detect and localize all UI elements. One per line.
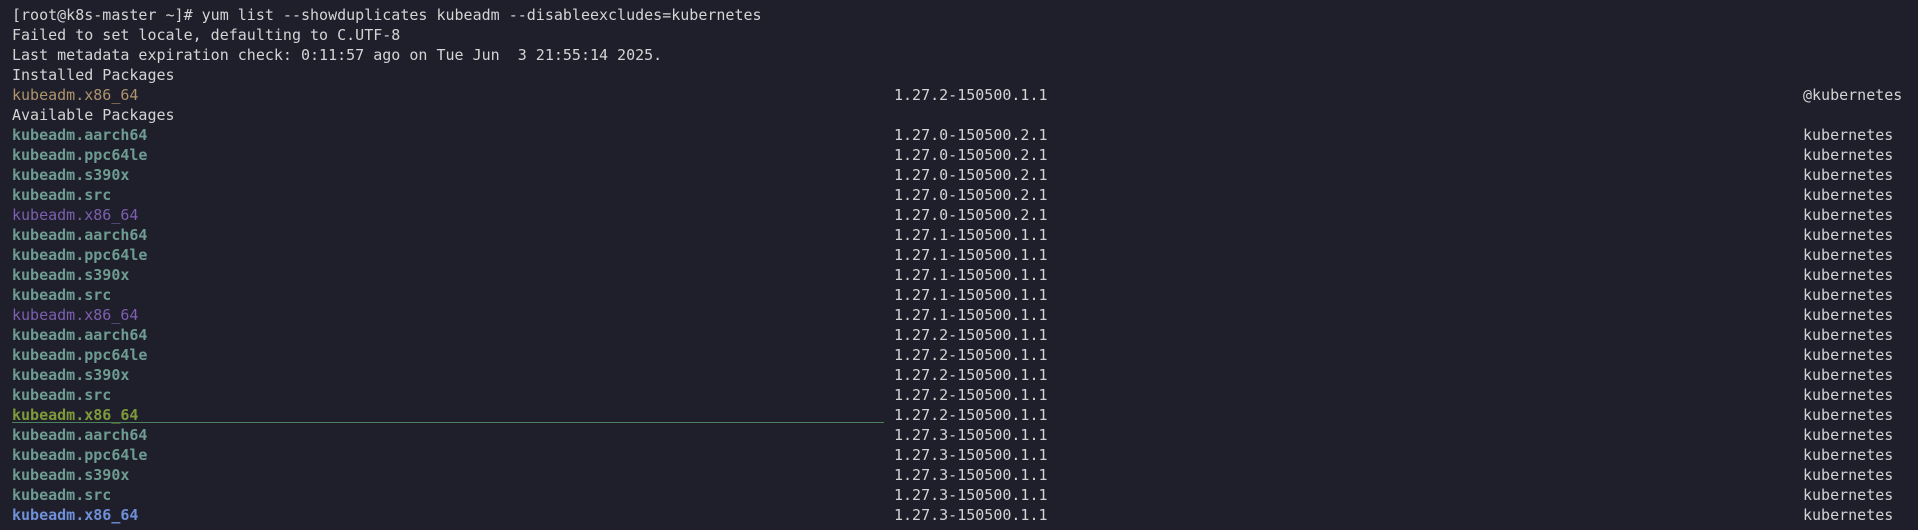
package-row: kubeadm.x86_64 1.27.3-150500.1.1 kubernete… <box>12 505 1918 525</box>
package-row: kubeadm.aarch64 1.27.2-150500.1.1 kubernet… <box>12 325 1918 345</box>
package-name: kubeadm.aarch64 <box>12 426 148 444</box>
package-name: kubeadm.src <box>12 286 112 304</box>
package-repo: kubernetes <box>1803 366 1894 384</box>
package-row: kubeadm.src 1.27.2-150500.1.1 kubernetes <box>12 385 1918 405</box>
package-version: 1.27.2-150500.1.1 <box>894 86 1048 104</box>
package-repo: kubernetes <box>1803 346 1894 364</box>
package-row: kubeadm.x86_64 1.27.2-150500.1.1 kubernete… <box>12 405 1918 425</box>
package-repo: kubernetes <box>1803 206 1894 224</box>
package-repo: kubernetes <box>1803 466 1894 484</box>
package-version: 1.27.1-150500.1.1 <box>894 246 1048 264</box>
package-repo: kubernetes <box>1803 426 1894 444</box>
package-version: 1.27.3-150500.1.1 <box>894 446 1048 464</box>
package-repo: kubernetes <box>1803 306 1894 324</box>
installed-packages-list: kubeadm.x86_64 1.27.2-150500.1.1 @kubernet… <box>12 85 1918 105</box>
package-row: kubeadm.ppc64le 1.27.1-150500.1.1 kubernet… <box>12 245 1918 265</box>
package-repo: kubernetes <box>1803 446 1894 464</box>
package-name: kubeadm.ppc64le <box>12 446 148 464</box>
package-repo: kubernetes <box>1803 386 1894 404</box>
package-repo: kubernetes <box>1803 506 1894 524</box>
package-row: kubeadm.s390x 1.27.2-150500.1.1 kubernetes <box>12 365 1918 385</box>
package-version: 1.27.2-150500.1.1 <box>894 346 1048 364</box>
package-repo: kubernetes <box>1803 326 1894 344</box>
package-row: kubeadm.ppc64le 1.27.2-150500.1.1 kubernet… <box>12 345 1918 365</box>
cursor-highlight-underline <box>12 422 884 423</box>
package-row: kubeadm.ppc64le 1.27.0-150500.2.1 kubernet… <box>12 145 1918 165</box>
package-name: kubeadm.x86_64 <box>12 206 139 224</box>
command-prompt-line: [root@k8s-master ~]# yum list --showdupl… <box>12 6 762 24</box>
package-name: kubeadm.aarch64 <box>12 226 148 244</box>
locale-warning-line: Failed to set locale, defaulting to C.UT… <box>12 26 401 44</box>
package-version: 1.27.1-150500.1.1 <box>894 306 1048 324</box>
available-packages-header: Available Packages <box>12 106 175 124</box>
package-version: 1.27.2-150500.1.1 <box>894 406 1048 424</box>
package-repo: kubernetes <box>1803 126 1894 144</box>
package-name: kubeadm.aarch64 <box>12 326 148 344</box>
package-version: 1.27.3-150500.1.1 <box>894 466 1048 484</box>
package-name: kubeadm.s390x <box>12 266 130 284</box>
package-row: kubeadm.src 1.27.1-150500.1.1 kubernetes <box>12 285 1918 305</box>
package-name: kubeadm.x86_64 <box>12 506 139 524</box>
package-name: kubeadm.s390x <box>12 166 130 184</box>
package-name: kubeadm.src <box>12 386 112 404</box>
package-repo: kubernetes <box>1803 186 1894 204</box>
metadata-check-line: Last metadata expiration check: 0:11:57 … <box>12 46 663 64</box>
package-version: 1.27.0-150500.2.1 <box>894 146 1048 164</box>
package-row: kubeadm.aarch64 1.27.1-150500.1.1 kubernet… <box>12 225 1918 245</box>
package-name: kubeadm.ppc64le <box>12 346 148 364</box>
package-name: kubeadm.src <box>12 486 112 504</box>
package-name: kubeadm.aarch64 <box>12 126 148 144</box>
package-row: kubeadm.x86_64 1.27.0-150500.2.1 kubernete… <box>12 205 1918 225</box>
installed-packages-header: Installed Packages <box>12 66 175 84</box>
package-row: kubeadm.x86_64 1.27.1-150500.1.1 kubernete… <box>12 305 1918 325</box>
package-version: 1.27.1-150500.1.1 <box>894 226 1048 244</box>
package-row: kubeadm.s390x 1.27.1-150500.1.1 kubernetes <box>12 265 1918 285</box>
package-name: kubeadm.src <box>12 186 112 204</box>
package-name: kubeadm.ppc64le <box>12 146 148 164</box>
package-repo: kubernetes <box>1803 266 1894 284</box>
package-row: kubeadm.x86_64 1.27.2-150500.1.1 @kubernet… <box>12 85 1918 105</box>
package-version: 1.27.1-150500.1.1 <box>894 266 1048 284</box>
package-row: kubeadm.aarch64 1.27.3-150500.1.1 kubernet… <box>12 425 1918 445</box>
available-packages-list: kubeadm.aarch64 1.27.0-150500.2.1 kubernet… <box>12 125 1918 525</box>
package-version: 1.27.2-150500.1.1 <box>894 366 1048 384</box>
package-version: 1.27.1-150500.1.1 <box>894 286 1048 304</box>
package-row: kubeadm.s390x 1.27.0-150500.2.1 kubernetes <box>12 165 1918 185</box>
package-repo: kubernetes <box>1803 286 1894 304</box>
package-name: kubeadm.ppc64le <box>12 246 148 264</box>
package-row: kubeadm.ppc64le 1.27.3-150500.1.1 kubernet… <box>12 445 1918 465</box>
package-version: 1.27.0-150500.2.1 <box>894 166 1048 184</box>
package-repo: kubernetes <box>1803 406 1894 424</box>
package-repo: @kubernetes <box>1803 86 1903 104</box>
package-version: 1.27.2-150500.1.1 <box>894 386 1048 404</box>
package-name: kubeadm.s390x <box>12 466 130 484</box>
package-version: 1.27.0-150500.2.1 <box>894 186 1048 204</box>
package-version: 1.27.0-150500.2.1 <box>894 206 1048 224</box>
package-row: kubeadm.src 1.27.3-150500.1.1 kubernetes <box>12 485 1918 505</box>
package-row: kubeadm.s390x 1.27.3-150500.1.1 kubernetes <box>12 465 1918 485</box>
package-version: 1.27.3-150500.1.1 <box>894 426 1048 444</box>
package-repo: kubernetes <box>1803 246 1894 264</box>
package-version: 1.27.0-150500.2.1 <box>894 126 1048 144</box>
terminal-window[interactable]: [root@k8s-master ~]# yum list --showdupl… <box>0 0 1918 530</box>
package-version: 1.27.3-150500.1.1 <box>894 486 1048 504</box>
package-repo: kubernetes <box>1803 146 1894 164</box>
package-row: kubeadm.src 1.27.0-150500.2.1 kubernetes <box>12 185 1918 205</box>
package-name: kubeadm.s390x <box>12 366 130 384</box>
package-name: kubeadm.x86_64 <box>12 86 139 104</box>
package-repo: kubernetes <box>1803 226 1894 244</box>
package-version: 1.27.3-150500.1.1 <box>894 506 1048 524</box>
package-row: kubeadm.aarch64 1.27.0-150500.2.1 kubernet… <box>12 125 1918 145</box>
package-name: kubeadm.x86_64 <box>12 306 139 324</box>
package-repo: kubernetes <box>1803 486 1894 504</box>
package-version: 1.27.2-150500.1.1 <box>894 326 1048 344</box>
package-repo: kubernetes <box>1803 166 1894 184</box>
